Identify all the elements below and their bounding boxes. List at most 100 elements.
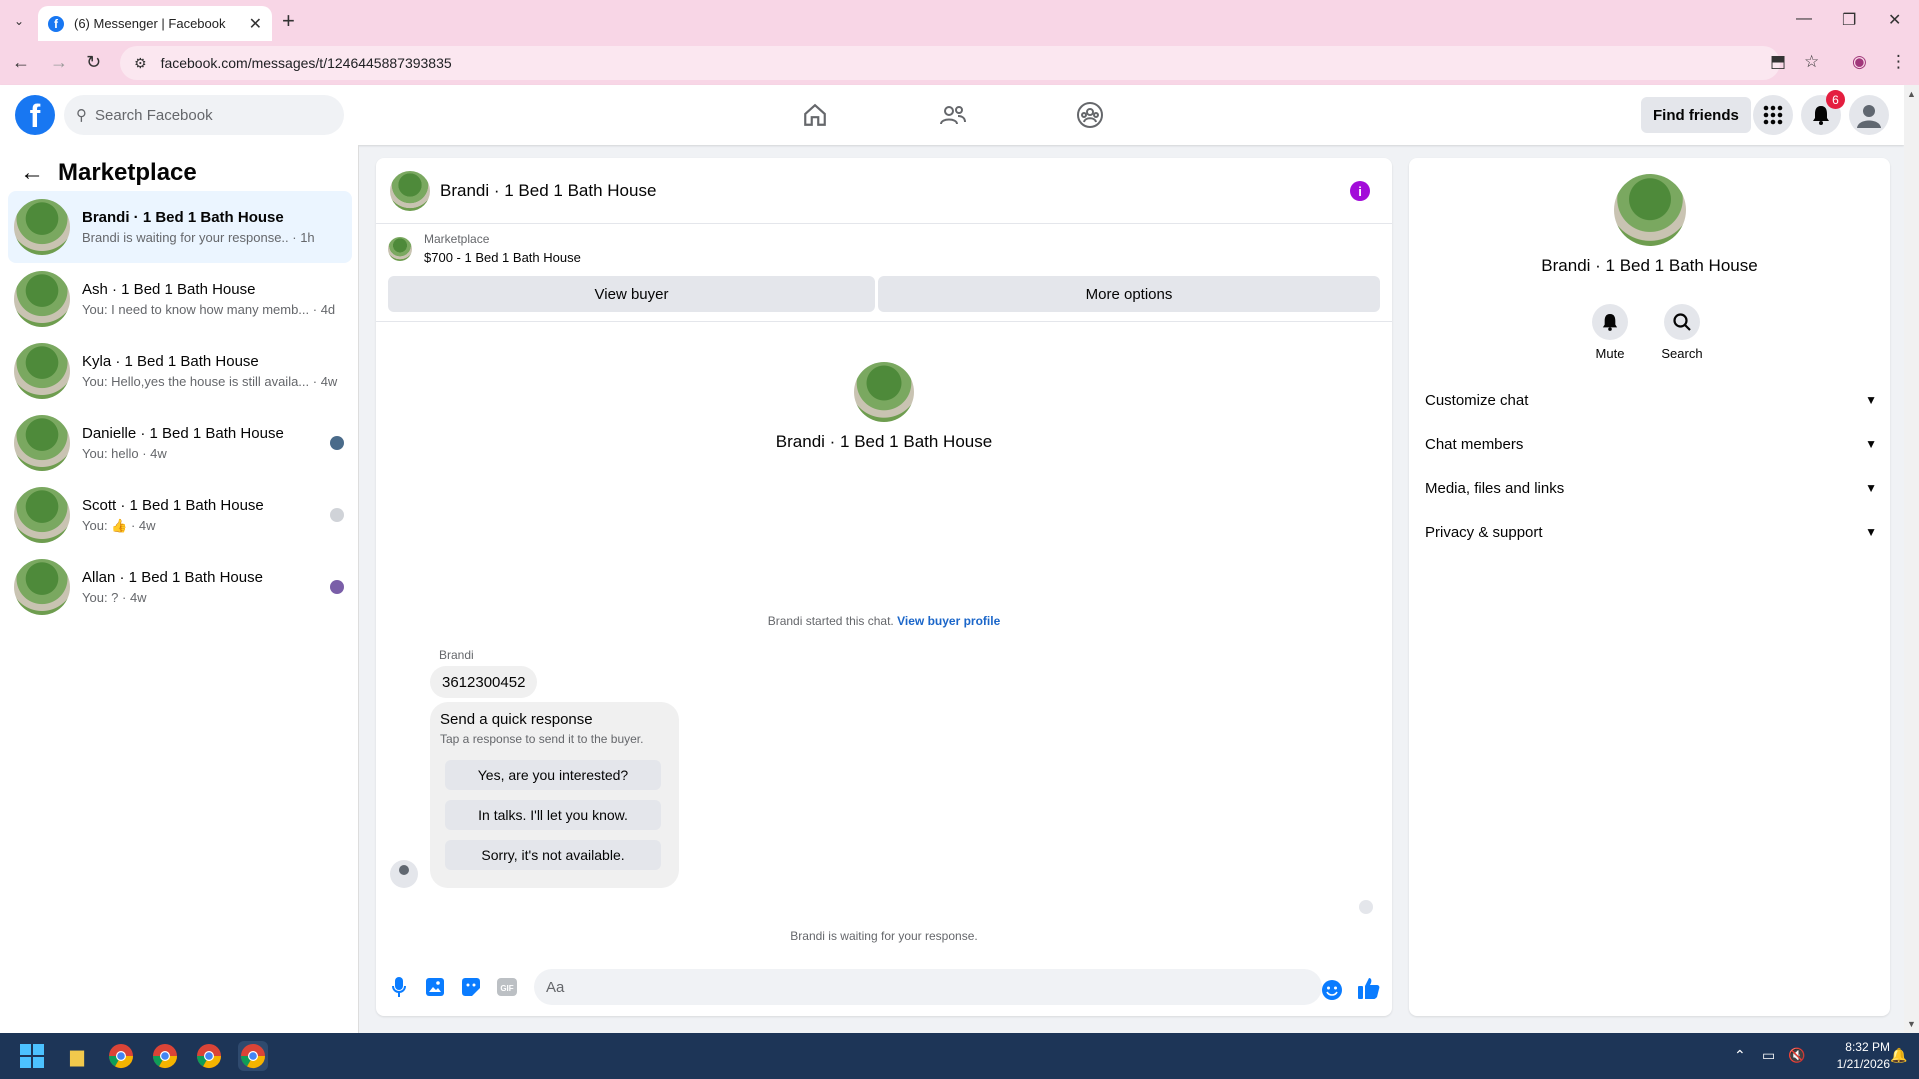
listing-price: $700 - 1 Bed 1 Bath House [424, 250, 581, 265]
conversation-preview: You: hello · 4w [82, 446, 167, 461]
seen-avatar [330, 580, 344, 594]
gif-icon[interactable]: GIF [496, 976, 518, 998]
conversation-name: Brandi · 1 Bed 1 Bath House [82, 209, 284, 226]
scroll-down-icon[interactable]: ▼ [1907, 1019, 1916, 1029]
browser-toolbar: ← → ↻ ⚙ facebook.com/messages/t/12464458… [0, 41, 1919, 85]
sender-avatar [390, 860, 418, 888]
quick-response-card: Send a quick response Tap a response to … [430, 702, 679, 888]
conversation-item[interactable]: Danielle · 1 Bed 1 Bath House You: hello… [8, 407, 352, 479]
section-label: Media, files and links [1425, 479, 1565, 497]
conversation-name: Allan · 1 Bed 1 Bath House [82, 569, 263, 586]
mute-label: Mute [1595, 346, 1625, 361]
file-explorer-icon[interactable]: ▆ [62, 1041, 92, 1071]
bookmark-star-icon[interactable]: ☆ [1804, 52, 1819, 72]
conversation-name: Danielle · 1 Bed 1 Bath House [82, 425, 284, 442]
listing-avatar [14, 415, 70, 471]
quick-response-subtitle: Tap a response to send it to the buyer. [440, 732, 644, 746]
details-avatar[interactable] [1614, 174, 1686, 246]
conversation-item[interactable]: Scott · 1 Bed 1 Bath House You: 👍 · 4w [8, 479, 352, 551]
url-text: facebook.com/messages/t/1246445887393835 [160, 55, 452, 71]
chevron-down-icon: ▼ [1865, 525, 1877, 539]
taskbar-clock[interactable]: 8:32 PM 1/21/2026 [1814, 1039, 1890, 1073]
chat-avatar[interactable] [390, 170, 430, 211]
account-avatar[interactable] [1849, 95, 1889, 135]
facebook-logo[interactable]: f [15, 95, 55, 135]
groups-icon[interactable] [1074, 99, 1106, 131]
find-friends-button[interactable]: Find friends [1641, 97, 1751, 133]
chrome-icon[interactable] [150, 1041, 180, 1071]
conversation-item[interactable]: Ash · 1 Bed 1 Bath House You: I need to … [8, 263, 352, 335]
tab-search-chevron-icon[interactable]: ⌄ [8, 10, 30, 32]
section-label: Customize chat [1425, 391, 1529, 409]
listing-strip: Marketplace $700 - 1 Bed 1 Bath House Vi… [376, 224, 1392, 322]
forward-icon[interactable]: → [50, 52, 68, 73]
listing-avatar [14, 271, 70, 327]
sticker-icon[interactable] [460, 976, 482, 998]
listing-avatar [14, 487, 70, 543]
emoji-icon[interactable] [1321, 979, 1343, 1001]
more-options-button[interactable]: More options [878, 276, 1380, 312]
chrome-icon[interactable] [238, 1041, 268, 1071]
windows-taskbar: ▆ ⌃ ▭ 🔇 8:32 PM 1/21/2026 🔔 [0, 1033, 1919, 1079]
conversation-preview: You: I need to know how many memb... · 4… [82, 302, 336, 317]
network-icon[interactable]: ▭ [1762, 1047, 1775, 1064]
conversation-item[interactable]: Allan · 1 Bed 1 Bath House You: ? · 4w [8, 551, 352, 623]
view-buyer-button[interactable]: View buyer [388, 276, 875, 312]
customize-chat-section[interactable]: Customize chat ▼ [1425, 382, 1877, 418]
back-arrow-icon[interactable]: ← [20, 159, 44, 187]
media-files-section[interactable]: Media, files and links ▼ [1425, 470, 1877, 506]
marketplace-title: Marketplace [58, 159, 197, 186]
browser-tab-messenger[interactable]: f (6) Messenger | Facebook ✕ [38, 6, 272, 41]
message-input[interactable] [534, 969, 1322, 1005]
privacy-support-section[interactable]: Privacy & support ▼ [1425, 514, 1877, 550]
conversation-preview: You: Hello,yes the house is still availa… [82, 374, 338, 389]
quick-response-option[interactable]: Sorry, it's not available. [445, 840, 661, 870]
logo-letter: f [29, 98, 41, 134]
friends-icon[interactable] [937, 99, 969, 131]
scroll-up-icon[interactable]: ▲ [1907, 89, 1916, 99]
listing-thumbnail [388, 237, 412, 261]
sender-name: Brandi [439, 648, 474, 662]
chat-members-section[interactable]: Chat members ▼ [1425, 426, 1877, 462]
home-icon[interactable] [799, 99, 831, 131]
view-buyer-profile-link[interactable]: View buyer profile [897, 614, 1000, 628]
chat-title[interactable]: Brandi · 1 Bed 1 Bath House [440, 181, 656, 201]
minimize-icon[interactable]: — [1796, 10, 1812, 28]
back-icon[interactable]: ← [12, 52, 30, 73]
conversation-item[interactable]: Brandi · 1 Bed 1 Bath House Brandi is wa… [8, 191, 352, 263]
start-button[interactable] [17, 1041, 47, 1071]
install-app-icon[interactable]: ⬒ [1770, 52, 1786, 72]
chrome-icon[interactable] [194, 1041, 224, 1071]
restore-icon[interactable]: ❐ [1842, 10, 1856, 30]
site-info-icon[interactable]: ⚙ [134, 55, 147, 72]
waiting-note: Brandi is waiting for your response. [790, 929, 978, 943]
profile-icon[interactable]: ◉ [1852, 52, 1867, 72]
notification-center-icon[interactable]: 🔔 [1890, 1047, 1907, 1064]
facebook-search[interactable]: ⚲ Search Facebook [64, 95, 344, 135]
tab-close-icon[interactable]: ✕ [249, 14, 262, 34]
clock-time: 8:32 PM [1845, 1040, 1890, 1054]
chrome-icon[interactable] [106, 1041, 136, 1071]
marketplace-header: ← Marketplace [20, 159, 197, 187]
photo-icon[interactable] [424, 976, 446, 998]
conversation-preview: Brandi is waiting for your response.. · … [82, 230, 315, 245]
address-bar[interactable]: ⚙ facebook.com/messages/t/12464458873938… [120, 46, 1780, 80]
info-icon[interactable]: i [1350, 181, 1370, 201]
thumbs-up-icon[interactable] [1358, 977, 1380, 999]
quick-response-option[interactable]: Yes, are you interested? [445, 760, 661, 790]
reload-icon[interactable]: ↻ [86, 52, 101, 73]
volume-muted-icon[interactable]: 🔇 [1788, 1047, 1805, 1064]
chevron-down-icon: ▼ [1865, 437, 1877, 451]
window-close-icon[interactable]: ✕ [1888, 10, 1901, 30]
quick-response-option[interactable]: In talks. I'll let you know. [445, 800, 661, 830]
browser-menu-icon[interactable]: ⋮ [1890, 52, 1907, 72]
mute-button[interactable]: Mute [1580, 304, 1640, 361]
new-tab-icon[interactable]: + [282, 8, 295, 34]
conversation-item[interactable]: Kyla · 1 Bed 1 Bath House You: Hello,yes… [8, 335, 352, 407]
menu-grid-icon[interactable] [1753, 95, 1793, 135]
microphone-icon[interactable] [388, 976, 410, 998]
page-scrollbar[interactable]: ▲ ▼ [1904, 85, 1919, 1033]
tray-chevron-up-icon[interactable]: ⌃ [1734, 1047, 1746, 1064]
search-icon: ⚲ [76, 107, 87, 124]
search-chat-button[interactable]: Search [1652, 304, 1712, 361]
